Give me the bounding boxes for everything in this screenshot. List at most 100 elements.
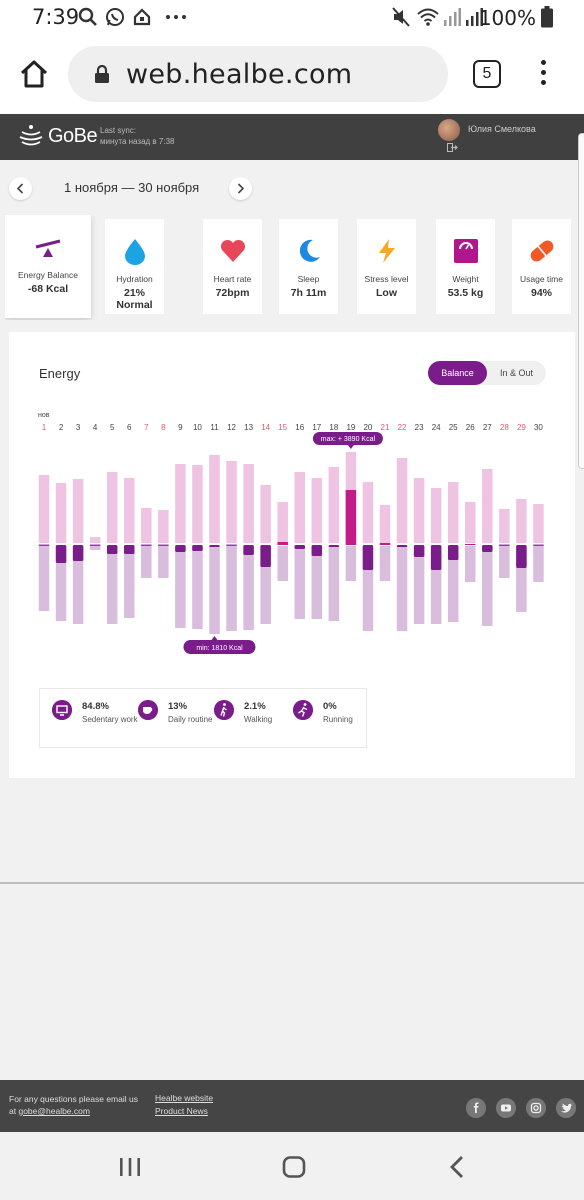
balance-bar xyxy=(533,544,544,546)
balance-bar xyxy=(277,542,288,545)
day-label: 27 xyxy=(483,423,492,432)
balance-bar xyxy=(345,490,357,545)
product-news-link[interactable]: Product News xyxy=(155,1106,208,1116)
metric-card-weight[interactable]: Weight 53.5 kg xyxy=(436,219,495,314)
browser-menu-icon[interactable] xyxy=(538,60,548,90)
balance-bar xyxy=(482,545,493,552)
intake-bar xyxy=(38,475,50,543)
day-label: 28 xyxy=(500,423,509,432)
balance-bar xyxy=(106,545,118,554)
day-label: 8 xyxy=(161,423,166,432)
day-label: 17 xyxy=(312,423,321,432)
intake-bar xyxy=(413,478,425,543)
facebook-icon[interactable] xyxy=(466,1098,486,1118)
balance-bar xyxy=(379,543,391,545)
instagram-icon[interactable] xyxy=(526,1098,546,1118)
footer: For any questions please email us at gob… xyxy=(0,1080,584,1132)
balance-bar xyxy=(89,544,101,546)
day-label: 13 xyxy=(244,423,253,432)
footer-contact: For any questions please email us at gob… xyxy=(9,1093,139,1117)
day-label: 19 xyxy=(346,423,355,432)
whatsapp-icon xyxy=(106,8,124,26)
scale-icon xyxy=(453,239,478,263)
intake-bar xyxy=(158,510,169,543)
balance-bar xyxy=(124,545,135,554)
scrollbar[interactable] xyxy=(578,133,584,469)
gobe-logo-icon[interactable] xyxy=(18,124,44,150)
date-range[interactable]: 1 ноября — 30 ноября xyxy=(64,180,199,195)
healbe-website-link[interactable]: Healbe website xyxy=(155,1093,213,1103)
balance-bar xyxy=(516,545,527,568)
expenditure-bar xyxy=(328,546,340,621)
day-label: 6 xyxy=(127,423,132,432)
avatar[interactable] xyxy=(438,119,460,141)
day-label: 24 xyxy=(432,423,441,432)
expenditure-bar xyxy=(192,546,203,629)
home-icon[interactable] xyxy=(18,58,50,90)
email-link[interactable]: gobe@healbe.com xyxy=(18,1106,89,1116)
intake-bar xyxy=(516,499,527,543)
running-icon xyxy=(293,700,313,720)
twitter-icon[interactable] xyxy=(556,1098,576,1118)
day-label: 22 xyxy=(398,423,407,432)
expenditure-bar xyxy=(175,546,186,628)
intake-bar xyxy=(294,472,305,543)
day-label: 30 xyxy=(534,423,543,432)
intake-bar xyxy=(379,505,391,543)
sync-label: Last sync: xyxy=(100,126,137,135)
expenditure-bar xyxy=(89,546,101,550)
intake-bar xyxy=(260,485,271,543)
metric-card-stress[interactable]: Stress level Low xyxy=(357,219,416,314)
day-label: 3 xyxy=(76,423,81,432)
metric-value: 53.5 kg xyxy=(447,287,484,299)
month-label: нов xyxy=(38,412,50,419)
intake-bar xyxy=(499,509,510,543)
metric-label: Usage time xyxy=(520,274,563,284)
intake-bar xyxy=(124,478,135,543)
prev-period-button[interactable] xyxy=(9,177,32,200)
chevron-left-icon xyxy=(16,183,24,194)
legend-percent: 13% xyxy=(168,701,188,712)
youtube-icon[interactable] xyxy=(496,1098,516,1118)
intake-bar xyxy=(141,508,152,543)
metric-card-hydration[interactable]: Hydration 21% Normal xyxy=(105,219,164,314)
expenditure-bar xyxy=(226,546,237,631)
tab-switcher-button[interactable]: 5 xyxy=(473,60,501,88)
recent-apps-icon[interactable] xyxy=(118,1157,142,1177)
home-nav-icon[interactable] xyxy=(282,1156,306,1178)
user-name[interactable]: Юлия Смелкова xyxy=(468,124,536,134)
metric-card-heart-rate[interactable]: Heart rate 72bpm xyxy=(203,219,262,314)
app-logo-text[interactable]: GoBe xyxy=(48,125,98,148)
intake-bar xyxy=(72,479,84,543)
browser-toolbar: web.healbe.com 5 xyxy=(0,36,584,114)
activity-legend: 84.8% Sedentary work 13% Daily routine 2… xyxy=(39,688,367,748)
balance-bar xyxy=(328,545,340,547)
heart-icon xyxy=(220,239,245,262)
address-bar[interactable]: web.healbe.com xyxy=(68,46,448,102)
day-label: 9 xyxy=(178,423,183,432)
back-icon[interactable] xyxy=(448,1155,466,1179)
legend-name: Sedentary work xyxy=(82,715,138,724)
metric-card-sleep[interactable]: Sleep 7h 11m xyxy=(279,219,338,314)
legend-percent: 84.8% xyxy=(82,701,109,712)
intake-bar xyxy=(396,458,408,543)
next-period-button[interactable] xyxy=(229,177,252,200)
logout-icon[interactable] xyxy=(447,143,458,152)
day-label: 12 xyxy=(227,423,236,432)
lightning-icon xyxy=(378,239,395,263)
expenditure-bar xyxy=(396,546,408,631)
expenditure-bar xyxy=(465,546,476,582)
metric-label: Sleep xyxy=(297,274,320,284)
expenditure-bar xyxy=(124,546,135,618)
signal-icon xyxy=(444,8,461,26)
divider xyxy=(0,882,584,884)
metric-card-energy-balance[interactable]: Energy Balance -68 Kcal xyxy=(5,215,91,318)
day-label: 14 xyxy=(261,423,270,432)
metric-card-usage-time[interactable]: Usage time 94% xyxy=(512,219,571,314)
intake-bar xyxy=(328,467,340,543)
metric-label: Weight xyxy=(452,274,479,284)
cup-icon xyxy=(138,700,158,720)
url-text: web.healbe.com xyxy=(126,59,353,90)
expenditure-bar xyxy=(379,546,391,581)
balance-bar xyxy=(260,545,271,567)
